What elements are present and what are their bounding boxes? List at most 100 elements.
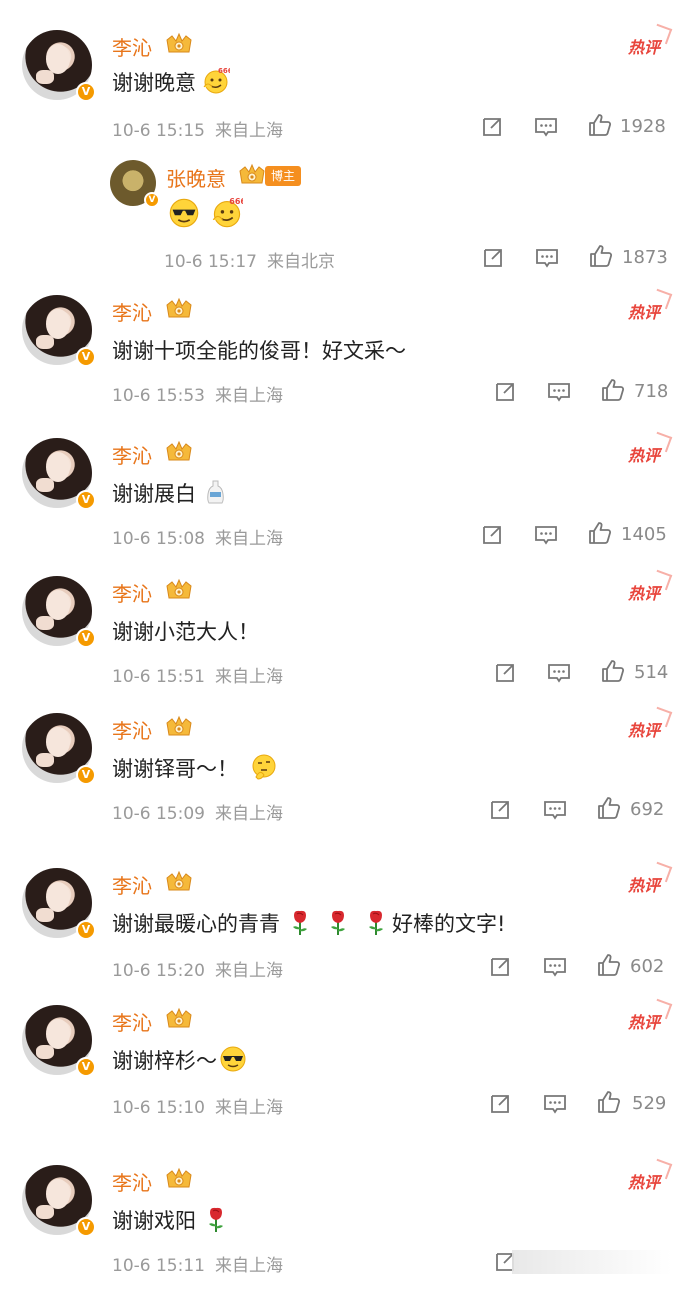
sunglasses-icon	[168, 197, 200, 229]
like-icon[interactable]	[601, 659, 625, 683]
comment-text: 谢谢铎哥～！	[112, 753, 278, 783]
rose-icon	[362, 908, 390, 936]
timestamp: 10-6 15:10	[112, 1098, 205, 1118]
username[interactable]: 李沁	[112, 297, 152, 326]
crown-icon	[165, 715, 193, 739]
avatar[interactable]: V	[22, 868, 96, 940]
avatar[interactable]: V	[22, 576, 96, 648]
comment-meta: 10-6 15:09 来自上海	[112, 799, 283, 824]
comment-text: 谢谢戏阳	[112, 1205, 230, 1235]
timestamp: 10-6 15:51	[112, 667, 205, 687]
share-icon[interactable]	[493, 661, 517, 685]
verified-badge: V	[76, 1057, 96, 1077]
username[interactable]: 张晚意	[166, 163, 226, 192]
comment-text: 谢谢晚意	[112, 67, 230, 97]
avatar[interactable]: V	[22, 713, 96, 785]
timestamp: 10-6 15:53	[112, 386, 205, 406]
avatar[interactable]: V	[22, 438, 96, 510]
comment-meta: 10-6 15:20 来自上海	[112, 956, 283, 981]
timestamp: 10-6 15:15	[112, 121, 205, 141]
username[interactable]: 李沁	[112, 870, 152, 899]
location: 来自上海	[214, 1098, 283, 1118]
verified-badge: V	[76, 490, 96, 510]
timestamp: 10-6 15:09	[112, 804, 205, 824]
avatar[interactable]: V	[22, 295, 96, 367]
comment-meta: 10-6 15:51 来自上海	[112, 662, 283, 687]
comment-icon[interactable]	[534, 523, 558, 547]
thinking-icon	[250, 753, 278, 781]
comment-icon[interactable]	[543, 1092, 567, 1116]
verified-badge: V	[76, 347, 96, 367]
like-icon[interactable]	[588, 113, 612, 137]
location: 来自上海	[214, 804, 283, 824]
hot-comment-label: 热评	[628, 442, 660, 466]
comment-icon[interactable]	[543, 955, 567, 979]
like-icon[interactable]	[597, 953, 621, 977]
verified-badge: V	[76, 765, 96, 785]
comment-text: 谢谢最暖心的青青 好棒的文字!	[112, 908, 505, 938]
like-icon[interactable]	[597, 796, 621, 820]
rose-icon	[202, 1205, 230, 1233]
like-icon[interactable]	[597, 1090, 621, 1114]
comment-text: 谢谢十项全能的俊哥！好文采～	[112, 339, 406, 363]
username[interactable]: 李沁	[112, 1167, 152, 1196]
comment-icon[interactable]	[535, 246, 559, 270]
location: 来自上海	[214, 529, 283, 549]
comment-meta: 10-6 15:53 来自上海	[112, 381, 283, 406]
share-icon[interactable]	[480, 115, 504, 139]
username[interactable]: 李沁	[112, 440, 152, 469]
666-icon	[211, 197, 243, 229]
like-count: 718	[634, 381, 669, 402]
comment-icon[interactable]	[547, 661, 571, 685]
crown-icon	[165, 578, 193, 602]
avatar[interactable]: V	[22, 30, 96, 102]
share-icon[interactable]	[488, 798, 512, 822]
like-icon[interactable]	[588, 521, 612, 545]
verified-badge: V	[76, 1217, 96, 1237]
avatar[interactable]: V	[110, 160, 160, 208]
comment-icon[interactable]	[534, 115, 558, 139]
verified-badge: V	[76, 920, 96, 940]
share-icon[interactable]	[488, 955, 512, 979]
location: 来自上海	[214, 667, 283, 687]
share-icon[interactable]	[493, 380, 517, 404]
avatar[interactable]: V	[22, 1165, 96, 1237]
sunglasses-icon	[219, 1045, 247, 1073]
rose-icon	[324, 908, 352, 936]
crown-icon	[165, 1167, 193, 1191]
like-icon[interactable]	[601, 378, 625, 402]
like-count: 602	[630, 956, 665, 977]
share-icon[interactable]	[481, 246, 505, 270]
location: 来自上海	[214, 961, 283, 981]
username[interactable]: 李沁	[112, 578, 152, 607]
comment-meta: 10-6 15:15 来自上海	[112, 116, 283, 141]
hot-comment-label: 热评	[628, 1009, 660, 1033]
like-count: 514	[634, 662, 669, 683]
timestamp: 10-6 15:11	[112, 1256, 205, 1276]
share-icon[interactable]	[488, 1092, 512, 1116]
like-count: 1928	[620, 116, 666, 137]
comment-icon[interactable]	[547, 380, 571, 404]
like-count: 692	[630, 799, 665, 820]
like-count: 529	[632, 1093, 667, 1114]
location: 来自北京	[266, 252, 335, 272]
timestamp: 10-6 15:20	[112, 961, 205, 981]
share-icon[interactable]	[480, 523, 504, 547]
username[interactable]: 李沁	[112, 32, 152, 61]
location: 来自上海	[214, 386, 283, 406]
like-icon[interactable]	[589, 244, 613, 268]
crown-icon	[165, 870, 193, 894]
comment-meta: 10-6 15:17 来自北京	[164, 247, 335, 272]
avatar[interactable]: V	[22, 1005, 96, 1077]
verified-badge: V	[76, 628, 96, 648]
timestamp: 10-6 15:17	[164, 252, 257, 272]
watermark	[512, 1250, 672, 1274]
comment-text: 谢谢梓杉～	[112, 1045, 247, 1075]
timestamp: 10-6 15:08	[112, 529, 205, 549]
username[interactable]: 李沁	[112, 1007, 152, 1036]
username[interactable]: 李沁	[112, 715, 152, 744]
hot-comment-label: 热评	[628, 872, 660, 896]
comment-icon[interactable]	[543, 798, 567, 822]
hot-comment-label: 热评	[628, 717, 660, 741]
author-badge: 博主	[265, 166, 302, 186]
